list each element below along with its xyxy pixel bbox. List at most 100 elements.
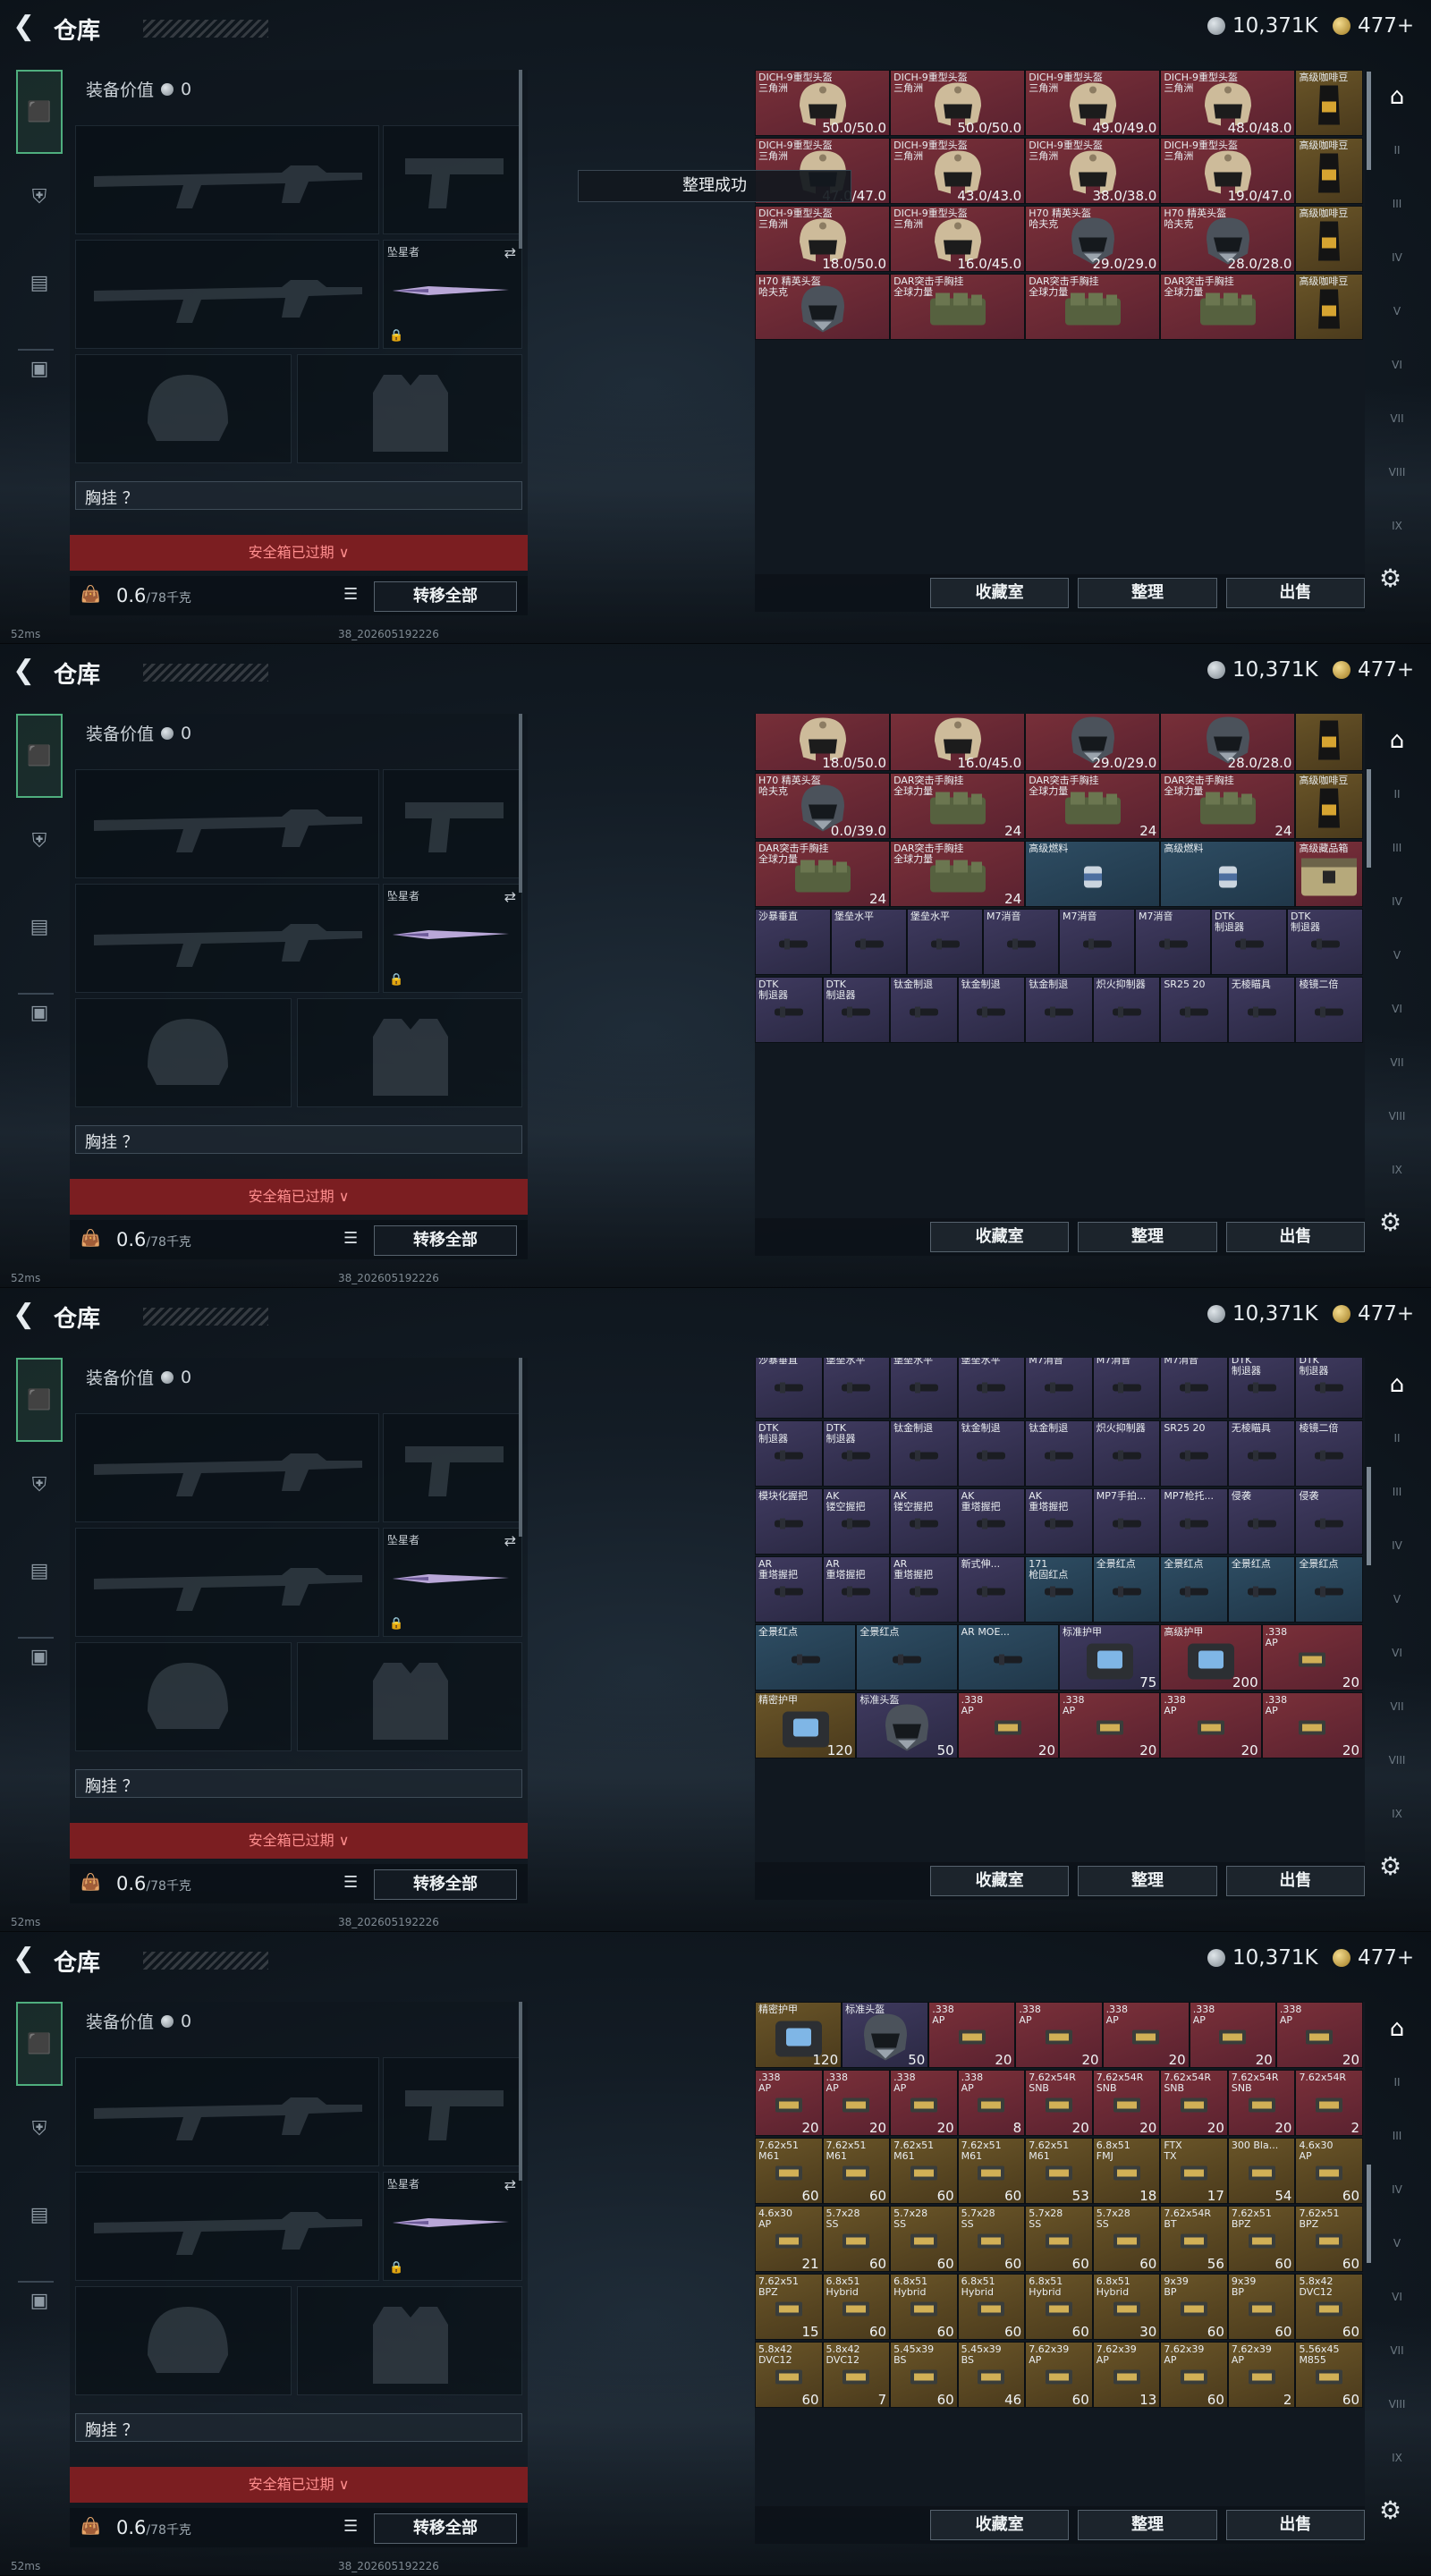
storage-item[interactable]: .338 AP 20	[822, 2070, 891, 2136]
body-armor-slot[interactable]	[297, 2286, 522, 2395]
storage-item[interactable]: .338 AP 20	[1261, 1624, 1363, 1690]
move-all-button[interactable]: 转移全部	[374, 2513, 517, 2544]
back-arrow-icon[interactable]: ❮	[13, 1945, 41, 1973]
storage-home-icon[interactable]: ⌂	[1374, 1358, 1420, 1411]
storage-item[interactable]: .338 AP 20	[890, 2070, 958, 2136]
storage-item[interactable]: .338 AP 20	[1059, 1692, 1161, 1758]
tab-helmet-icon[interactable]: ⛨	[16, 1442, 63, 1528]
list-view-icon[interactable]: ☰	[343, 1873, 358, 1892]
move-all-button[interactable]: 转移全部	[374, 581, 517, 612]
storage-item[interactable]: 4.6x30 AP 60	[1295, 2138, 1363, 2204]
storage-item[interactable]: 5.7x28 SS 60	[1025, 2206, 1093, 2272]
storage-tab-icon[interactable]: II	[1374, 2055, 1420, 2109]
tab-pistol-icon[interactable]: ⬛	[16, 714, 63, 798]
storage-item[interactable]: DICH-9重型头盔 三角洲 50.0/50.0	[890, 70, 1026, 136]
equipment-scrollbar[interactable]	[519, 1358, 522, 1537]
storage-item[interactable]: 沙暴垂直	[755, 1358, 823, 1419]
storage-item[interactable]: M7消音	[1092, 1358, 1161, 1419]
gold-currency[interactable]: 477+	[1333, 14, 1414, 38]
storage-item[interactable]: 7.62x54R SNB 20	[1092, 2070, 1161, 2136]
storage-item[interactable]: DTK 制退器	[755, 977, 823, 1043]
storage-item[interactable]: 沙暴垂直	[755, 909, 831, 975]
storage-item[interactable]: 7.62x51 M61 60	[890, 2138, 958, 2204]
storage-item[interactable]: 7.62x39 AP 60	[1025, 2342, 1093, 2408]
storage-item[interactable]: SR25 20	[1160, 1420, 1228, 1487]
storage-item[interactable]: 棱镜二倍	[1295, 1420, 1363, 1487]
storage-item[interactable]: M7消音	[1135, 909, 1211, 975]
safe-box-expired-banner[interactable]: 安全箱已过期 ∨	[70, 1823, 528, 1859]
tab-backpack-icon[interactable]: ▤	[16, 240, 63, 326]
helmet-slot[interactable]	[75, 354, 292, 463]
storage-item[interactable]: 炽火抑制器	[1092, 977, 1161, 1043]
storage-item[interactable]: 钛金制退	[957, 1420, 1026, 1487]
storage-tab-icon[interactable]: III	[1374, 821, 1420, 875]
helmet-slot[interactable]	[75, 1642, 292, 1751]
storage-item[interactable]	[1295, 714, 1363, 771]
pistol-slot[interactable]	[383, 1413, 522, 1522]
list-view-icon[interactable]: ☰	[343, 2517, 358, 2536]
storage-tab-icon[interactable]: V	[1374, 928, 1420, 982]
storage-item[interactable]: 7.62x54R BT 56	[1160, 2206, 1228, 2272]
storage-item[interactable]: 4.6x30 AP 21	[755, 2206, 823, 2272]
storage-scrollbar[interactable]	[1367, 769, 1371, 868]
storage-scrollbar[interactable]	[1367, 72, 1371, 170]
storage-item[interactable]: 7.62x51 BPZ 60	[1227, 2206, 1296, 2272]
storage-tab-icon[interactable]: III	[1374, 1465, 1420, 1519]
tab-helmet-icon[interactable]: ⛨	[16, 2086, 63, 2172]
storage-item[interactable]: 7.62x51 M61 60	[755, 2138, 823, 2204]
pistol-slot[interactable]	[383, 125, 522, 234]
tab-pistol-icon[interactable]: ⬛	[16, 2002, 63, 2086]
storage-item[interactable]: 5.7x28 SS 60	[1092, 2206, 1161, 2272]
storage-item[interactable]: 6.8x51 Hybrid 60	[822, 2274, 891, 2340]
storage-tab-icon[interactable]: VII	[1374, 392, 1420, 445]
storage-tab-icon[interactable]: VI	[1374, 1626, 1420, 1680]
storage-item[interactable]: DTK 制退器	[1287, 909, 1363, 975]
storage-item[interactable]: 5.8x42 DVC12 60	[755, 2342, 823, 2408]
storage-item[interactable]: 6.8x51 Hybrid 30	[1092, 2274, 1161, 2340]
storage-tab-icon[interactable]: III	[1374, 177, 1420, 231]
storage-tab-icon[interactable]: IV	[1374, 1519, 1420, 1572]
storage-tab-icon[interactable]: II	[1374, 1411, 1420, 1465]
list-view-icon[interactable]: ☰	[343, 1229, 358, 1248]
storage-item[interactable]: 堡垒水平	[831, 909, 907, 975]
storage-item[interactable]: 28.0/28.0	[1160, 714, 1296, 771]
tab-briefcase-icon[interactable]: ▣	[16, 1614, 63, 1699]
chest-rig-slot[interactable]: 胸挂 ？	[75, 481, 522, 510]
storage-item[interactable]: H70 精英头盔 哈夫克 0.0/39.0	[755, 773, 891, 839]
storage-tab-icon[interactable]: VI	[1374, 2270, 1420, 2324]
storage-item[interactable]: 300 Bla... 54	[1227, 2138, 1296, 2204]
storage-item[interactable]: 标准头盔 50	[842, 2002, 929, 2068]
storage-item[interactable]: 高级咖啡豆	[1295, 274, 1363, 340]
storage-item[interactable]: AK 重塔握把	[957, 1488, 1026, 1555]
sort-button[interactable]: 整理	[1078, 1866, 1217, 1896]
storage-item[interactable]: 7.62x51 BPZ 60	[1295, 2206, 1363, 2272]
storage-item[interactable]: 高级咖啡豆	[1295, 138, 1363, 204]
storage-item[interactable]: DAR突击手胸挂 全球力量	[1025, 274, 1161, 340]
back-arrow-icon[interactable]: ❮	[13, 657, 41, 685]
storage-item[interactable]: 高级咖啡豆	[1295, 206, 1363, 272]
storage-tab-icon[interactable]: VIII	[1374, 2377, 1420, 2431]
storage-tab-icon[interactable]: IX	[1374, 1787, 1420, 1841]
storage-item[interactable]: 7.62x51 BPZ 15	[755, 2274, 823, 2340]
storage-item[interactable]: 7.62x54R 2	[1295, 2070, 1363, 2136]
swap-icon[interactable]: ⇄	[504, 2176, 516, 2193]
storage-item[interactable]: DICH-9重型头盔 三角洲 50.0/50.0	[755, 70, 891, 136]
tab-pistol-icon[interactable]: ⬛	[16, 1358, 63, 1442]
storage-item[interactable]: 堡垒水平	[890, 1358, 958, 1419]
melee-slot[interactable]: 坠星者 ⇄ 🔒	[383, 2172, 522, 2281]
storage-home-icon[interactable]: ⌂	[1374, 2002, 1420, 2055]
storage-item[interactable]: AK 镂空握把	[890, 1488, 958, 1555]
primary-weapon-slot[interactable]	[75, 769, 379, 878]
storage-item[interactable]: 无棱瞄具	[1227, 977, 1296, 1043]
melee-slot[interactable]: 坠星者 ⇄ 🔒	[383, 1528, 522, 1637]
storage-item[interactable]: DICH-9重型头盔 三角洲 43.0/43.0	[890, 138, 1026, 204]
storage-item[interactable]: FTX TX 17	[1160, 2138, 1228, 2204]
storage-item[interactable]: .338 AP 20	[928, 2002, 1016, 2068]
gear-icon[interactable]: ⚙	[1379, 1852, 1401, 1881]
storage-item[interactable]: DTK 制退器	[1211, 909, 1287, 975]
tab-briefcase-icon[interactable]: ▣	[16, 326, 63, 411]
chest-rig-slot[interactable]: 胸挂 ？	[75, 2413, 522, 2442]
storage-item[interactable]: 全景红点	[1092, 1556, 1161, 1623]
storage-item[interactable]: 29.0/29.0	[1025, 714, 1161, 771]
move-all-button[interactable]: 转移全部	[374, 1869, 517, 1900]
